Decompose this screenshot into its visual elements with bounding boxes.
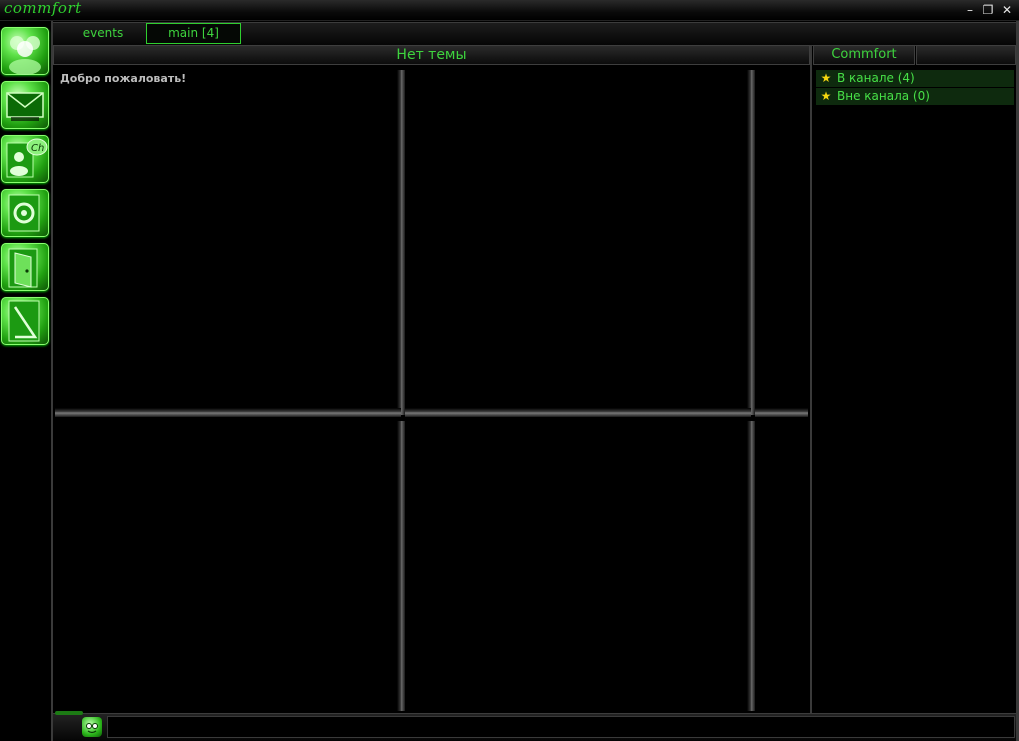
tab-events[interactable]: events (62, 24, 144, 43)
title-bar: commfort – ❐ ✕ (0, 0, 1019, 21)
pane-divider (397, 421, 405, 711)
app-title: commfort (4, 0, 82, 17)
smiley-icon (86, 723, 98, 734)
exit-icon (8, 248, 38, 288)
channels-button[interactable]: Ch (1, 135, 49, 183)
list-item-out-of-channel[interactable]: ★ Вне канала (0) (816, 88, 1014, 105)
pane-divider (405, 408, 751, 417)
pane-divider (397, 70, 405, 415)
userlist-header-filler (916, 45, 1016, 65)
close-button[interactable]: ✕ (999, 2, 1015, 18)
users-button[interactable] (1, 27, 49, 75)
star-icon: ★ (820, 89, 832, 103)
exit-button[interactable] (1, 243, 49, 291)
pane-divider (747, 421, 755, 711)
userlist-header: Commfort (813, 45, 915, 65)
restore-button[interactable]: ❐ (980, 2, 996, 18)
pane-divider (55, 408, 401, 417)
minimize-button[interactable]: – (962, 2, 978, 18)
list-item-label: Вне канала (0) (837, 89, 930, 103)
indicator-icon (55, 711, 83, 715)
sidebar: Ch (0, 21, 51, 741)
pane-divider (755, 408, 808, 417)
file-icon (8, 300, 40, 342)
svg-text:Ch: Ch (31, 143, 44, 154)
settings-icon (8, 194, 40, 232)
frame-divider (810, 44, 812, 713)
chat-panel (53, 66, 810, 712)
smiley-button[interactable] (82, 717, 102, 737)
welcome-message: Добро пожаловать! (60, 72, 187, 85)
settings-button[interactable] (1, 189, 49, 237)
tab-main[interactable]: main [4] (146, 23, 241, 44)
mail-button[interactable] (1, 81, 49, 129)
list-item-in-channel[interactable]: ★ В канале (4) (816, 70, 1014, 87)
mail-icon (6, 92, 44, 121)
file-button[interactable] (1, 297, 49, 345)
list-item-label: В канале (4) (837, 71, 915, 85)
message-input[interactable] (107, 716, 1015, 738)
pane-divider (747, 70, 755, 415)
channel-topic: Нет темы (53, 45, 810, 65)
star-icon: ★ (820, 71, 832, 85)
users-icon (9, 36, 41, 75)
channel-icon: Ch (6, 138, 48, 178)
userlist-panel (813, 66, 1016, 712)
